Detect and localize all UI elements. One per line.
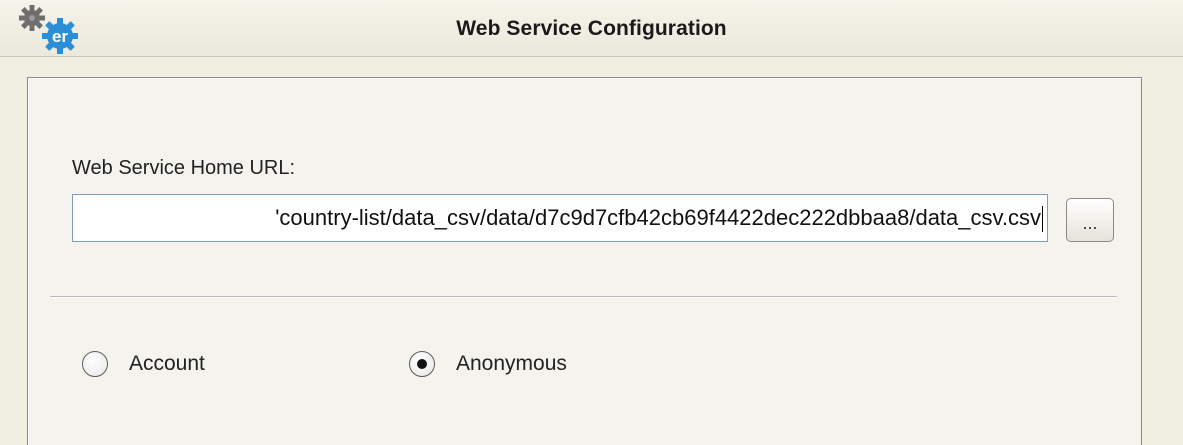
settings-panel: [27, 77, 1142, 445]
browse-button[interactable]: ...: [1066, 198, 1114, 242]
radio-account-label: Account: [129, 352, 205, 375]
radio-anonymous[interactable]: Anonymous: [409, 351, 567, 377]
separator: [50, 296, 1117, 298]
url-input-value: 'country-list/data_csv/data/d7c9d7cfb42c…: [275, 205, 1041, 230]
url-label: Web Service Home URL:: [72, 157, 296, 179]
radio-account[interactable]: Account: [82, 351, 205, 377]
window-title: Web Service Configuration: [456, 17, 727, 40]
config-window: er Web Service Configuration Web Service…: [0, 0, 1183, 445]
radio-anonymous-circle[interactable]: [409, 351, 435, 377]
text-caret: [1042, 206, 1043, 233]
browse-button-label: ...: [1082, 213, 1098, 233]
title-bar: er Web Service Configuration: [0, 0, 1183, 57]
radio-selected-dot: [417, 359, 427, 369]
url-input[interactable]: 'country-list/data_csv/data/d7c9d7cfb42c…: [72, 194, 1048, 242]
radio-anonymous-label: Anonymous: [456, 352, 567, 375]
radio-account-circle[interactable]: [82, 351, 108, 377]
